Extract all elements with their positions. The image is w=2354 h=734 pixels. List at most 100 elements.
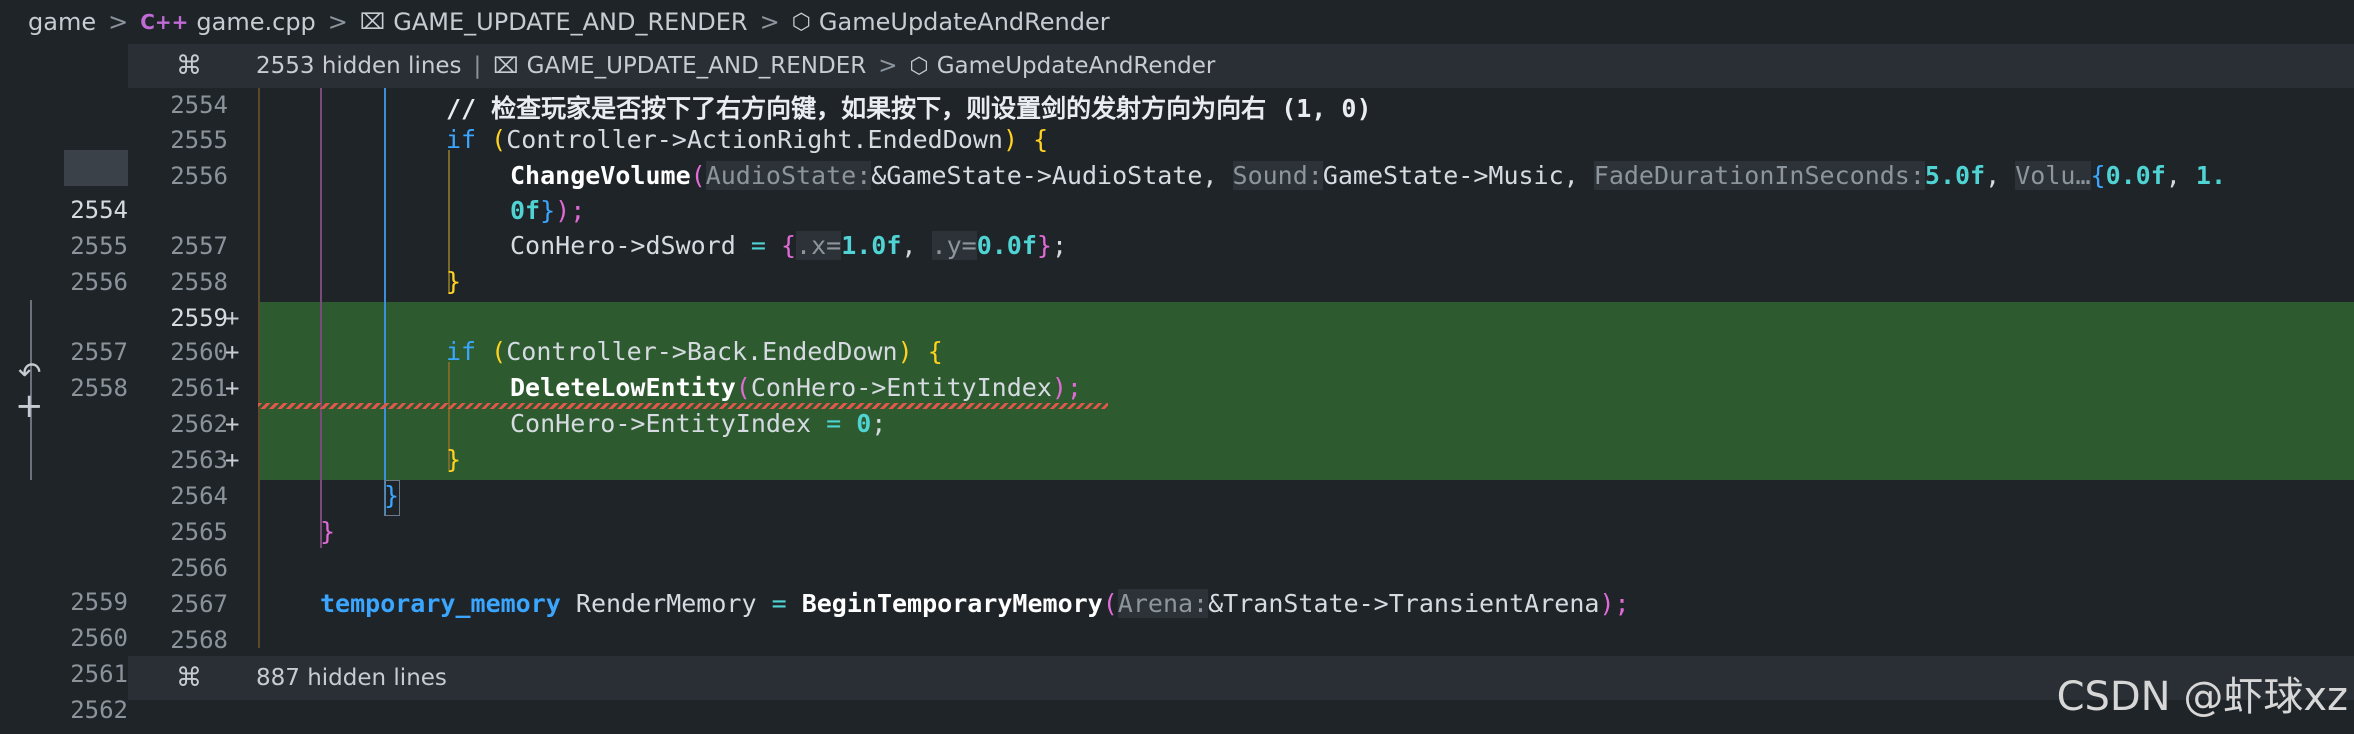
- variable: RenderMemory: [575, 589, 757, 618]
- line-number: 2557: [70, 338, 128, 366]
- line-number: 2559: [170, 304, 228, 332]
- comment: // 检查玩家是否按下了右方向键，如果按下，则设置剑的发射方向为向右 (1, 0…: [446, 94, 1372, 123]
- code-line[interactable]: if (Controller->Back.EndedDown) {: [446, 337, 943, 366]
- bracket: }: [320, 517, 336, 546]
- hidden-lines-label: 887 hidden lines: [256, 665, 447, 691]
- namespace-icon: ⌧: [493, 53, 519, 79]
- argument: ConHero->EntityIndex: [750, 373, 1052, 402]
- function-name: DeleteLowEntity: [510, 373, 736, 402]
- chevron-right-icon: >: [108, 8, 129, 36]
- bracket: );: [555, 196, 586, 225]
- type-name: temporary_memory: [320, 589, 561, 618]
- bracket: }: [446, 267, 462, 296]
- hidden-lines-label: 2553 hidden lines: [256, 53, 462, 79]
- code-line[interactable]: }: [384, 481, 399, 510]
- breadcrumb: game > C++ game.cpp > ⌧ GAME_UPDATE_AND_RE…: [0, 0, 2354, 44]
- breadcrumb-label: game.cpp: [196, 8, 316, 36]
- bracket: {: [1033, 125, 1049, 154]
- number: 5.0f: [1924, 161, 1986, 190]
- line-number: 2557: [170, 232, 228, 260]
- code-line[interactable]: ConHero->EntityIndex = 0;: [510, 409, 886, 438]
- code-line[interactable]: DeleteLowEntity(ConHero->EntityIndex);: [510, 373, 1082, 402]
- keyword: if: [446, 337, 477, 366]
- code-line[interactable]: }: [446, 267, 461, 296]
- function-name: BeginTemporaryMemory: [801, 589, 1103, 618]
- line-number: 2555: [170, 126, 228, 154]
- argument: GameState->Music,: [1322, 161, 1579, 190]
- code-line[interactable]: if (Controller->ActionRight.EndedDown) {: [446, 125, 1048, 154]
- line-number: 2568: [170, 626, 228, 654]
- line-number: 2559: [70, 588, 128, 616]
- expression: Controller->ActionRight.EndedDown: [506, 125, 1003, 154]
- line-number: 2566: [170, 554, 228, 582]
- line-number: 2558: [170, 268, 228, 296]
- fold-scope-function: GameUpdateAndRender: [936, 53, 1216, 79]
- unfold-icon[interactable]: ⌘: [128, 51, 256, 81]
- line-number: 2561: [170, 374, 228, 402]
- bracket: (: [690, 161, 706, 190]
- breadcrumb-item-namespace[interactable]: ⌧ GAME_UPDATE_AND_RENDER: [360, 8, 748, 36]
- expression: ConHero->EntityIndex: [510, 409, 812, 438]
- punct: ,: [2165, 161, 2181, 190]
- indent-guide: [320, 88, 322, 548]
- code-line[interactable]: }: [320, 517, 335, 546]
- breadcrumb-item-file[interactable]: C++ game.cpp: [140, 8, 316, 36]
- code-line[interactable]: ChangeVolume(AudioState:&GameState->Audi…: [510, 161, 2226, 190]
- line-number: 2561: [70, 660, 128, 688]
- cpp-file-icon: C++: [140, 10, 189, 34]
- number: 0.0f: [976, 231, 1037, 260]
- keyword: if: [446, 125, 477, 154]
- line-number: 2554: [170, 91, 228, 119]
- code-line[interactable]: 0f});: [510, 196, 585, 225]
- divider: |: [473, 53, 482, 79]
- breadcrumb-item-function[interactable]: ⬡ GameUpdateAndRender: [792, 8, 1110, 36]
- number: 0f: [510, 196, 541, 225]
- inlay-hint: .y=: [931, 231, 977, 260]
- chevron-right-icon: >: [759, 8, 780, 36]
- line-number: 2565: [170, 518, 228, 546]
- line-number: 2563: [170, 446, 228, 474]
- inlay-hint: AudioState:: [705, 161, 872, 190]
- number: 0.0f: [2105, 161, 2166, 190]
- breadcrumb-label: GameUpdateAndRender: [818, 8, 1110, 36]
- number: 1.: [2195, 161, 2227, 190]
- bracket: ): [1002, 125, 1018, 154]
- punct: ,: [901, 231, 917, 260]
- operator: =: [771, 589, 787, 618]
- bracket: ): [897, 337, 913, 366]
- breadcrumb-label: game: [28, 8, 97, 36]
- code-line[interactable]: ConHero->dSword = {.x=1.0f, .y=0.0f};: [510, 231, 1067, 260]
- bracket: );: [1599, 589, 1630, 618]
- bracket: {: [780, 231, 797, 260]
- code-line[interactable]: temporary_memory RenderMemory = BeginTem…: [320, 589, 1630, 618]
- added-line-marker: +: [225, 374, 240, 402]
- current-line-highlight: [64, 150, 128, 186]
- bracket: {: [2090, 161, 2106, 190]
- fold-scope-namespace: GAME_UPDATE_AND_RENDER: [526, 53, 867, 79]
- added-line-marker: +: [225, 410, 240, 438]
- expression: ConHero->dSword: [510, 231, 736, 260]
- line-number: 2567: [170, 590, 228, 618]
- line-number: 2558: [70, 374, 128, 402]
- hidden-lines-fold-bottom[interactable]: ⌘ 887 hidden lines: [128, 656, 2354, 700]
- operator: =: [750, 231, 766, 260]
- bracket: }: [384, 481, 400, 510]
- inlay-hint: .x=: [796, 231, 842, 260]
- line-number: 2564: [170, 482, 228, 510]
- hidden-lines-fold-top[interactable]: ⌘ 2553 hidden lines | ⌧ GAME_UPDATE_AND_…: [128, 44, 2354, 88]
- line-number: 2560: [70, 624, 128, 652]
- breadcrumb-item-folder[interactable]: game: [28, 8, 96, 36]
- unfold-icon[interactable]: ⌘: [128, 663, 256, 693]
- chevron-right-icon: >: [878, 53, 898, 79]
- number: 1.0f: [841, 231, 902, 260]
- bracket: {: [927, 337, 943, 366]
- cube-icon: ⬡: [791, 9, 811, 35]
- line-number: 2555: [70, 232, 128, 260]
- code-line[interactable]: }: [446, 445, 461, 474]
- added-line-marker: +: [225, 446, 240, 474]
- inlay-hint: FadeDurationInSeconds:: [1593, 161, 1925, 190]
- punct: ,: [1985, 161, 2001, 190]
- bracket: );: [1051, 373, 1082, 402]
- code-line[interactable]: // 检查玩家是否按下了右方向键，如果按下，则设置剑的发射方向为向右 (1, 0…: [446, 89, 1372, 125]
- watermark: CSDN @虾球xz: [2056, 674, 2348, 720]
